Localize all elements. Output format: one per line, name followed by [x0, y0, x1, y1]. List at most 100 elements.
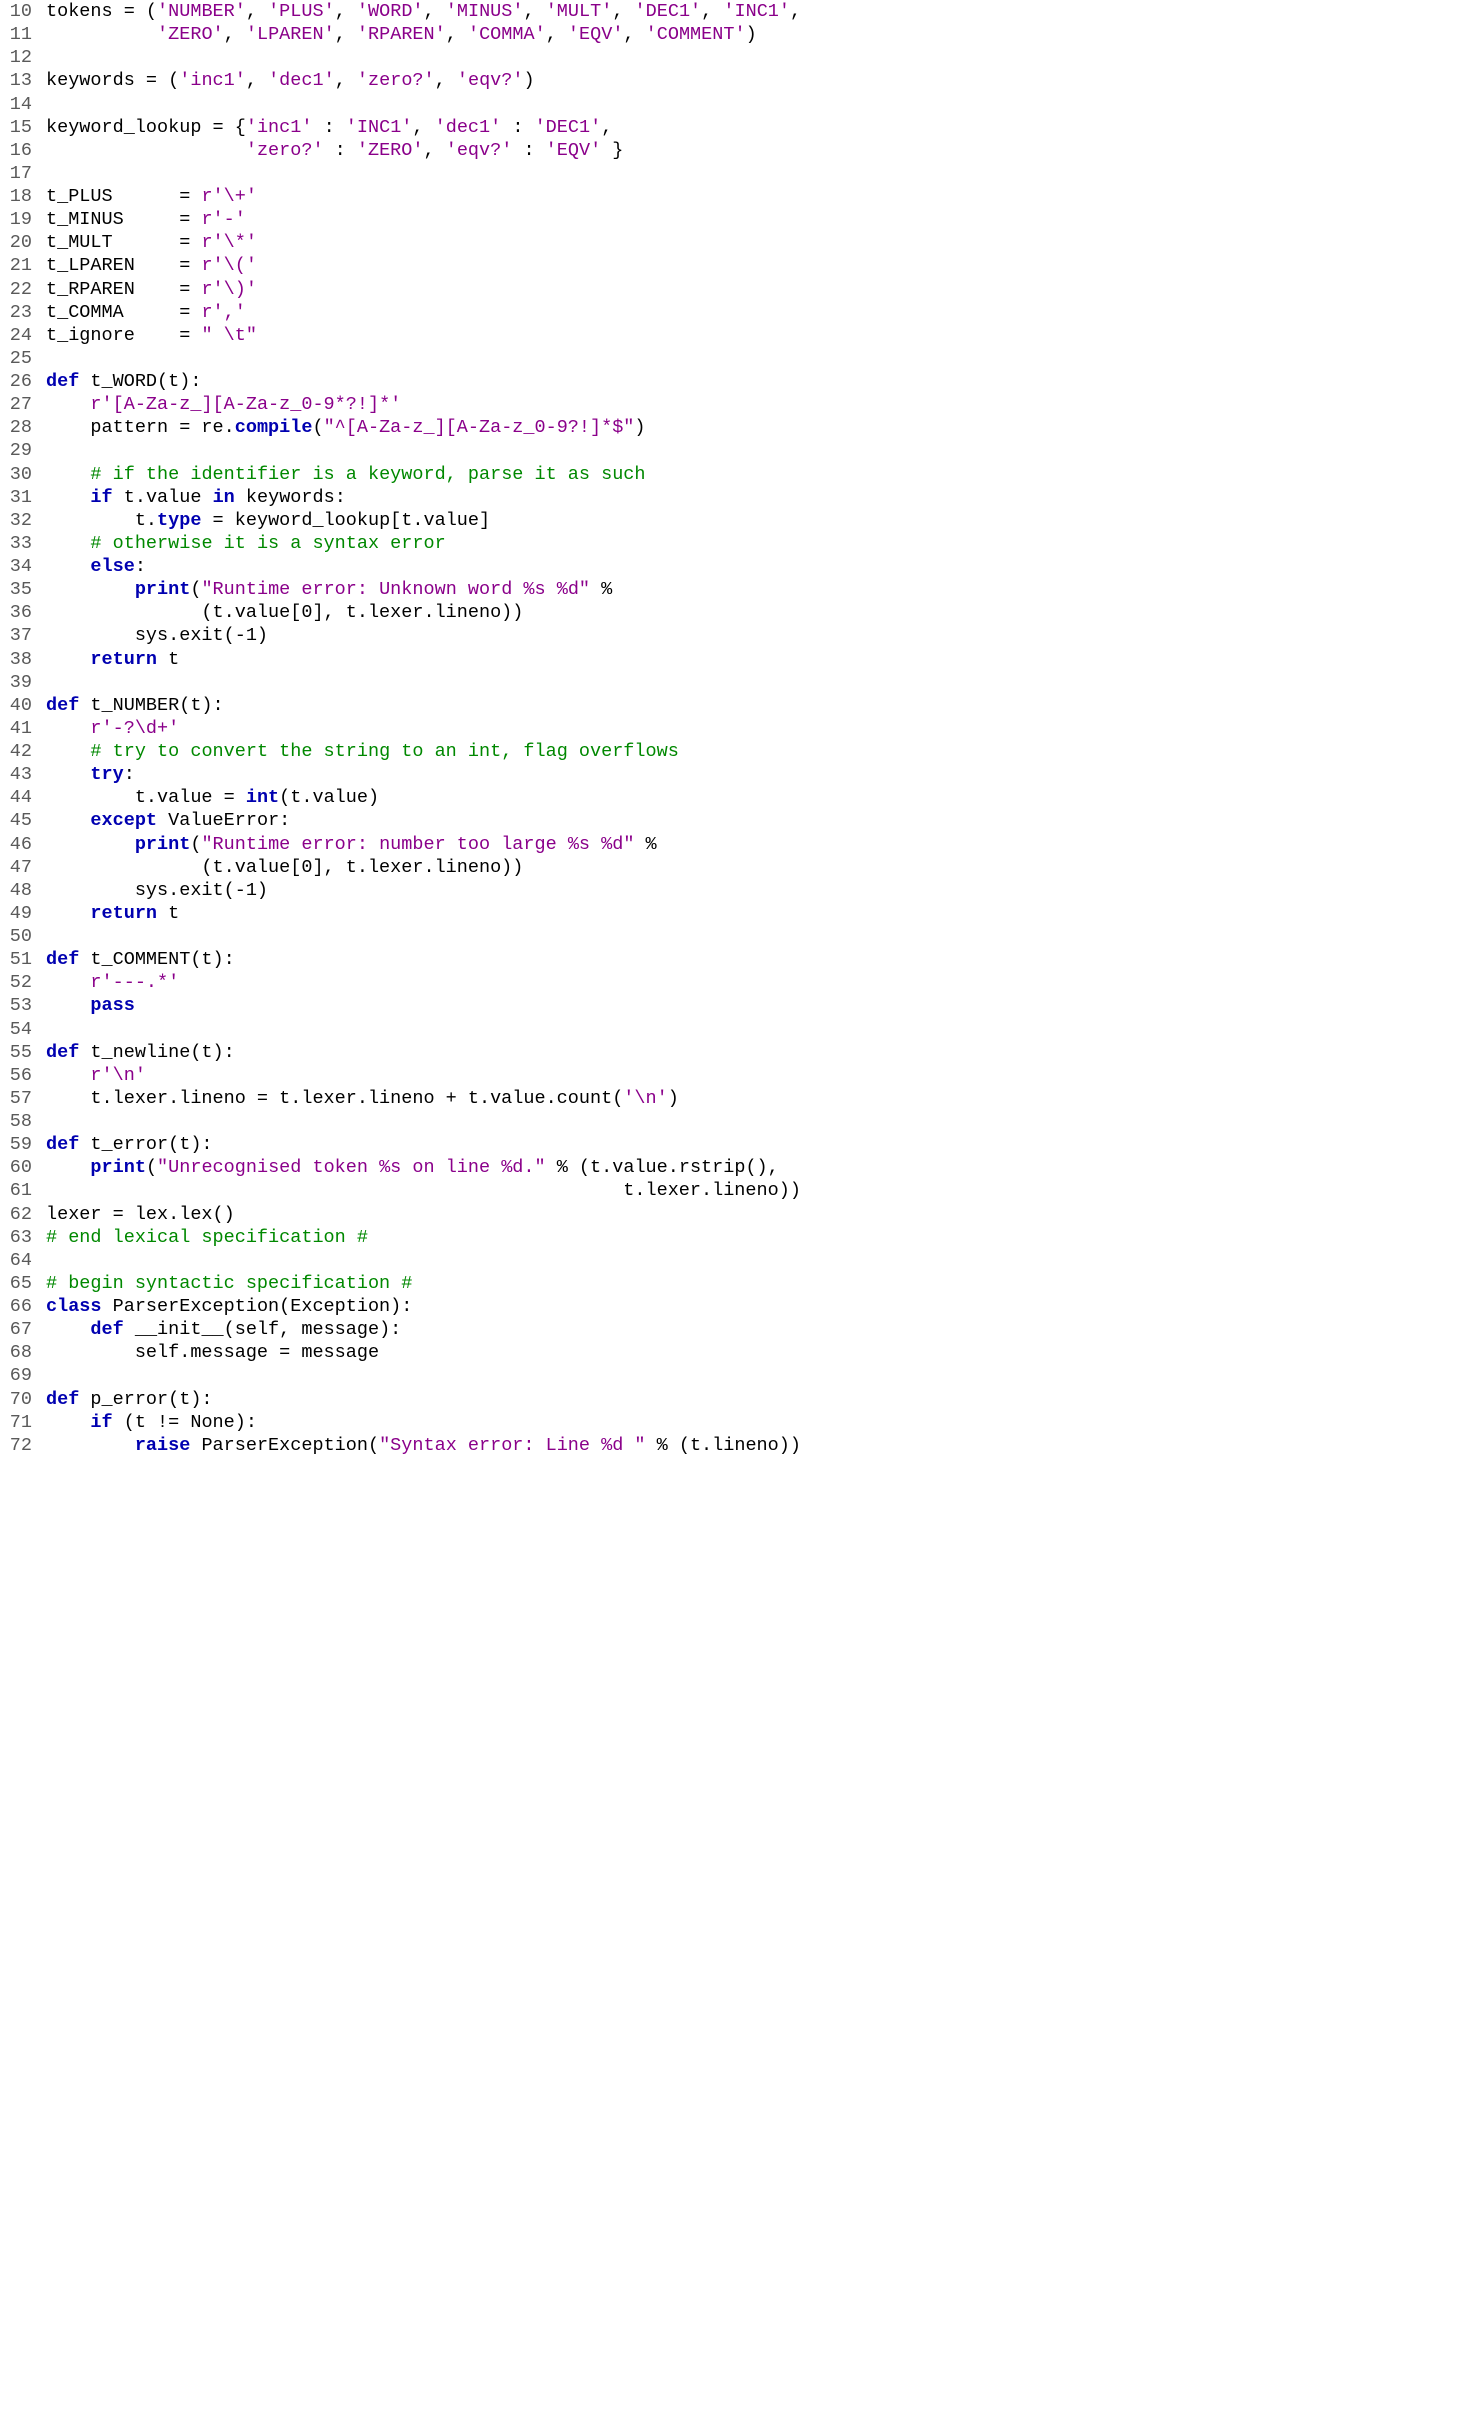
token-pl: sys.exit(-1) — [46, 880, 268, 901]
token-pl: , — [435, 70, 457, 91]
code-line: 10tokens = ('NUMBER', 'PLUS', 'WORD', 'M… — [0, 0, 801, 23]
line-number: 14 — [0, 93, 46, 116]
line-content: lexer = lex.lex() — [46, 1203, 235, 1226]
code-line: 35 print("Runtime error: Unknown word %s… — [0, 578, 801, 601]
token-str: "Runtime error: Unknown word %s %d" — [201, 579, 590, 600]
line-number: 50 — [0, 925, 46, 948]
token-kw: def — [46, 371, 79, 392]
line-number: 56 — [0, 1064, 46, 1087]
token-str: 'ZERO' — [357, 140, 424, 161]
token-kw: def — [90, 1319, 123, 1340]
token-pl: ParserException(Exception): — [102, 1296, 413, 1317]
code-line: 61 t.lexer.lineno)) — [0, 1179, 801, 1202]
token-pl — [46, 810, 90, 831]
line-number: 47 — [0, 856, 46, 879]
token-pl — [46, 24, 157, 45]
code-line: 49 return t — [0, 902, 801, 925]
code-line: 45 except ValueError: — [0, 809, 801, 832]
line-content: (t.value[0], t.lexer.lineno)) — [46, 856, 523, 879]
line-number: 53 — [0, 994, 46, 1017]
token-pl: , — [335, 1, 357, 22]
token-str: "Syntax error: Line %d " — [379, 1435, 645, 1456]
token-str: r'---.*' — [90, 972, 179, 993]
token-kw: else — [90, 556, 134, 577]
token-pl: : — [512, 140, 545, 161]
token-pl — [46, 718, 90, 739]
line-content: def t_COMMENT(t): — [46, 948, 235, 971]
token-pl: , — [446, 24, 468, 45]
token-str: r'[A-Za-z_][A-Za-z_0-9*?!]*' — [90, 394, 401, 415]
code-line: 50 — [0, 925, 801, 948]
code-line: 14 — [0, 93, 801, 116]
line-content: (t.value[0], t.lexer.lineno)) — [46, 601, 523, 624]
token-kw: raise — [135, 1435, 191, 1456]
token-pl — [46, 1157, 90, 1178]
code-line: 40def t_NUMBER(t): — [0, 694, 801, 717]
token-pl — [46, 1435, 135, 1456]
line-content: print("Runtime error: Unknown word %s %d… — [46, 578, 612, 601]
token-str: 'DEC1' — [535, 117, 602, 138]
token-pl: % — [634, 834, 656, 855]
token-pl — [46, 533, 90, 554]
token-str: 'COMMA' — [468, 24, 546, 45]
code-line: 26def t_WORD(t): — [0, 370, 801, 393]
token-str: 'EQV' — [568, 24, 624, 45]
token-pl: : — [324, 140, 357, 161]
token-pl — [46, 579, 135, 600]
code-line: 17 — [0, 162, 801, 185]
token-pl: (t.value[0], t.lexer.lineno)) — [46, 857, 523, 878]
token-str: r'-?\d+' — [90, 718, 179, 739]
line-content: r'---.*' — [46, 971, 179, 994]
code-line: 25 — [0, 347, 801, 370]
token-pl: , — [224, 24, 246, 45]
token-pl — [46, 1065, 90, 1086]
token-str: r'\*' — [201, 232, 257, 253]
token-str: 'zero?' — [357, 70, 435, 91]
code-line: 30 # if the identifier is a keyword, par… — [0, 463, 801, 486]
token-cm: # begin syntactic specification # — [46, 1273, 412, 1294]
token-fn: int — [246, 787, 279, 808]
code-line: 38 return t — [0, 648, 801, 671]
token-pl: ) — [746, 24, 757, 45]
token-kw: return — [90, 649, 157, 670]
line-number: 67 — [0, 1318, 46, 1341]
line-number: 39 — [0, 671, 46, 694]
code-line: 53 pass — [0, 994, 801, 1017]
token-pl — [46, 487, 90, 508]
token-str: "^[A-Za-z_][A-Za-z_0-9?!]*$" — [324, 417, 635, 438]
token-str: 'inc1' — [179, 70, 246, 91]
token-pl: tokens = ( — [46, 1, 157, 22]
line-number: 42 — [0, 740, 46, 763]
line-content: if t.value in keywords: — [46, 486, 346, 509]
line-content: t_MINUS = r'-' — [46, 208, 246, 231]
token-fn: compile — [235, 417, 313, 438]
token-str: '\n' — [623, 1088, 667, 1109]
line-number: 55 — [0, 1041, 46, 1064]
code-line: 32 t.type = keyword_lookup[t.value] — [0, 509, 801, 532]
code-line: 33 # otherwise it is a syntax error — [0, 532, 801, 555]
token-pl: t_PLUS = — [46, 186, 201, 207]
token-pl — [46, 649, 90, 670]
line-content: def t_WORD(t): — [46, 370, 201, 393]
token-str: 'eqv?' — [457, 70, 524, 91]
token-pl: ) — [634, 417, 645, 438]
code-line: 41 r'-?\d+' — [0, 717, 801, 740]
token-pl: ParserException( — [190, 1435, 379, 1456]
line-number: 62 — [0, 1203, 46, 1226]
token-pl: t_NUMBER(t): — [79, 695, 223, 716]
token-pl: , — [246, 70, 268, 91]
token-pl: t — [157, 903, 179, 924]
line-number: 72 — [0, 1434, 46, 1457]
line-content: tokens = ('NUMBER', 'PLUS', 'WORD', 'MIN… — [46, 0, 801, 23]
token-pl: ( — [190, 834, 201, 855]
code-line: 28 pattern = re.compile("^[A-Za-z_][A-Za… — [0, 416, 801, 439]
token-kw: if — [90, 487, 112, 508]
code-line: 55def t_newline(t): — [0, 1041, 801, 1064]
code-line: 64 — [0, 1249, 801, 1272]
token-kw: except — [90, 810, 157, 831]
line-content: t.lexer.lineno)) — [46, 1179, 801, 1202]
token-pl: t_WORD(t): — [79, 371, 201, 392]
line-number: 21 — [0, 254, 46, 277]
line-number: 29 — [0, 439, 46, 462]
token-pl: ) — [523, 70, 534, 91]
